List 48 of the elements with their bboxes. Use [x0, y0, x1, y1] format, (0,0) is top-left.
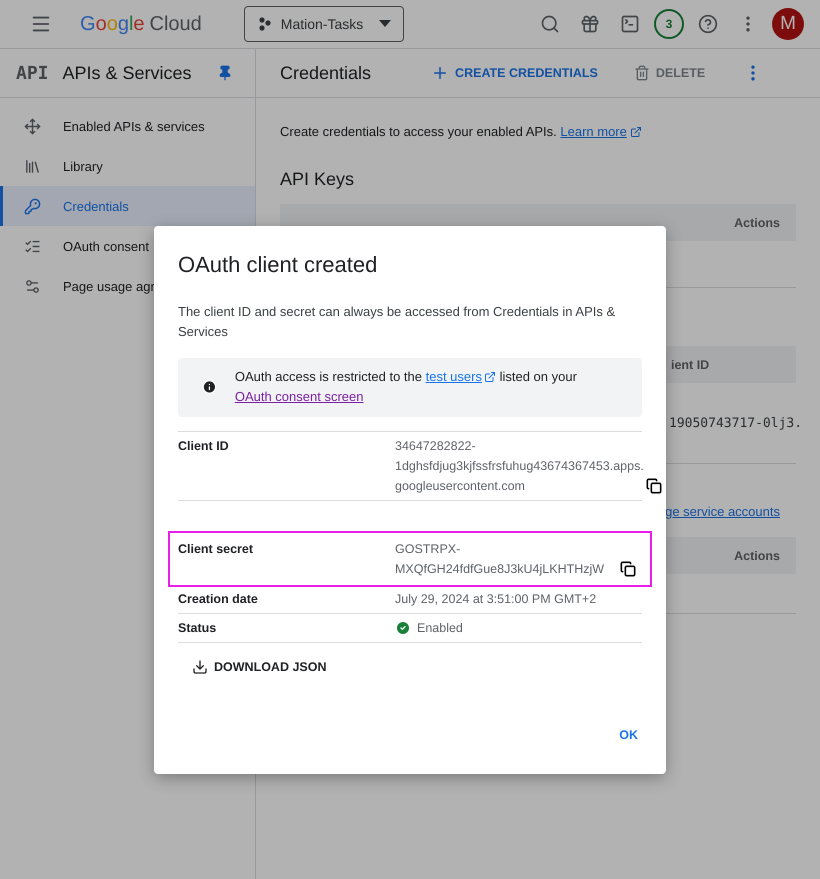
field-label: Client ID [178, 438, 230, 455]
caret-icon [378, 20, 391, 28]
section-title: API Keys [280, 169, 356, 190]
field-value: GOSTRPX- MXQfGH24fdfGue8J3kU4jLKHTHzjW [395, 541, 606, 578]
sidebar-item[interactable]: Library [0, 146, 255, 186]
column-header: Actions [734, 548, 781, 562]
test-users-link[interactable]: test users [426, 367, 496, 387]
field-value: 34647282822- 1dghsfdjug3kjfssfrsfuhug43674367453.apps. googleusercontent.com [395, 438, 644, 495]
library-icon [24, 158, 41, 174]
download-json-button[interactable]: DOWNLOAD JSON [178, 653, 340, 681]
sidebar-title: APIs & Services [62, 62, 193, 84]
copy-icon[interactable] [618, 559, 638, 579]
api-logo: API [16, 62, 49, 84]
learn-more-link[interactable]: Learn more [560, 124, 642, 139]
external-link-icon [630, 126, 642, 138]
page-title: Credentials [280, 62, 372, 84]
key-icon [24, 198, 41, 214]
dialog-description: The client ID and secret can always be accessed from Credentials in APIs & Services [178, 303, 616, 341]
field-label: Client secret [178, 541, 254, 558]
notice-text: OAuth access is restricted to the test users listed on your OAuth consent screen [234, 367, 626, 407]
delete-button[interactable]: DELETE [634, 65, 706, 81]
trash-icon [634, 65, 650, 81]
dialog-title: OAuth client created [178, 252, 378, 278]
field-value: July 29, 2024 at 3:51:00 PM GMT+2 [395, 591, 598, 608]
info-icon [202, 378, 217, 396]
field-label: Creation date [178, 591, 259, 608]
check-circle-icon [395, 620, 411, 636]
create-credentials-button[interactable]: CREATE CREDENTIALS [431, 64, 598, 82]
download-icon [192, 659, 208, 675]
status-text: Enabled [417, 620, 463, 637]
dots-icon [256, 16, 273, 32]
project-picker[interactable]: Mation-Tasks [244, 6, 404, 42]
sidebar-item[interactable]: Enabled APIs & services [0, 106, 255, 146]
intro-text: Create credentials to access your enabled APIs. Learn more [280, 124, 796, 139]
sidebar-item[interactable]: Credentials [0, 186, 255, 226]
product-logo: Google Cloud [80, 12, 202, 36]
consent-screen-link[interactable]: OAuth consent screen [234, 387, 364, 407]
column-header: ient ID [670, 358, 710, 372]
avatar[interactable]: M [772, 8, 804, 40]
copy-icon[interactable] [644, 476, 664, 496]
sliders-icon [24, 278, 41, 294]
column-header: Actions [734, 216, 781, 230]
ok-button[interactable]: OK [615, 722, 642, 748]
field-label: Status [178, 620, 218, 637]
notification-badge[interactable]: 3 [654, 9, 684, 39]
move-arrows-icon [24, 118, 41, 134]
external-link-icon [484, 371, 496, 383]
service-accounts-link[interactable]: ge service accounts [665, 504, 780, 519]
